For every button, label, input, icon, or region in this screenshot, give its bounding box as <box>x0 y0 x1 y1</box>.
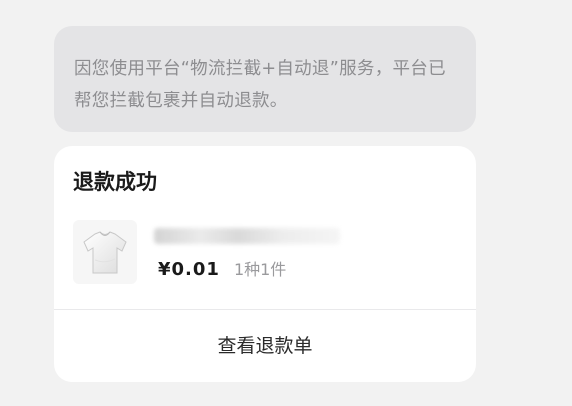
product-price: ¥0.01 <box>158 259 220 280</box>
price-row: ¥0.01 1种1件 <box>158 256 286 284</box>
product-quantity: 1种1件 <box>233 260 287 279</box>
view-refund-order-button[interactable]: 查看退款单 <box>54 310 476 382</box>
intercept-notice-text: 因您使用平台“物流拦截+自动退”服务，平台已帮您拦截包裹并自动退款。 <box>74 59 446 111</box>
view-refund-order-label: 查看退款单 <box>217 334 313 357</box>
intercept-notice: 因您使用平台“物流拦截+自动退”服务，平台已帮您拦截包裹并自动退款。 <box>54 26 476 132</box>
refund-status-title: 退款成功 <box>73 170 157 194</box>
refund-success-card: 退款成功 ¥0.01 1种1件 查看退款单 <box>54 146 476 382</box>
tshirt-icon <box>83 231 127 274</box>
product-thumbnail[interactable] <box>73 220 137 284</box>
product-name-blurred[interactable] <box>154 228 340 244</box>
